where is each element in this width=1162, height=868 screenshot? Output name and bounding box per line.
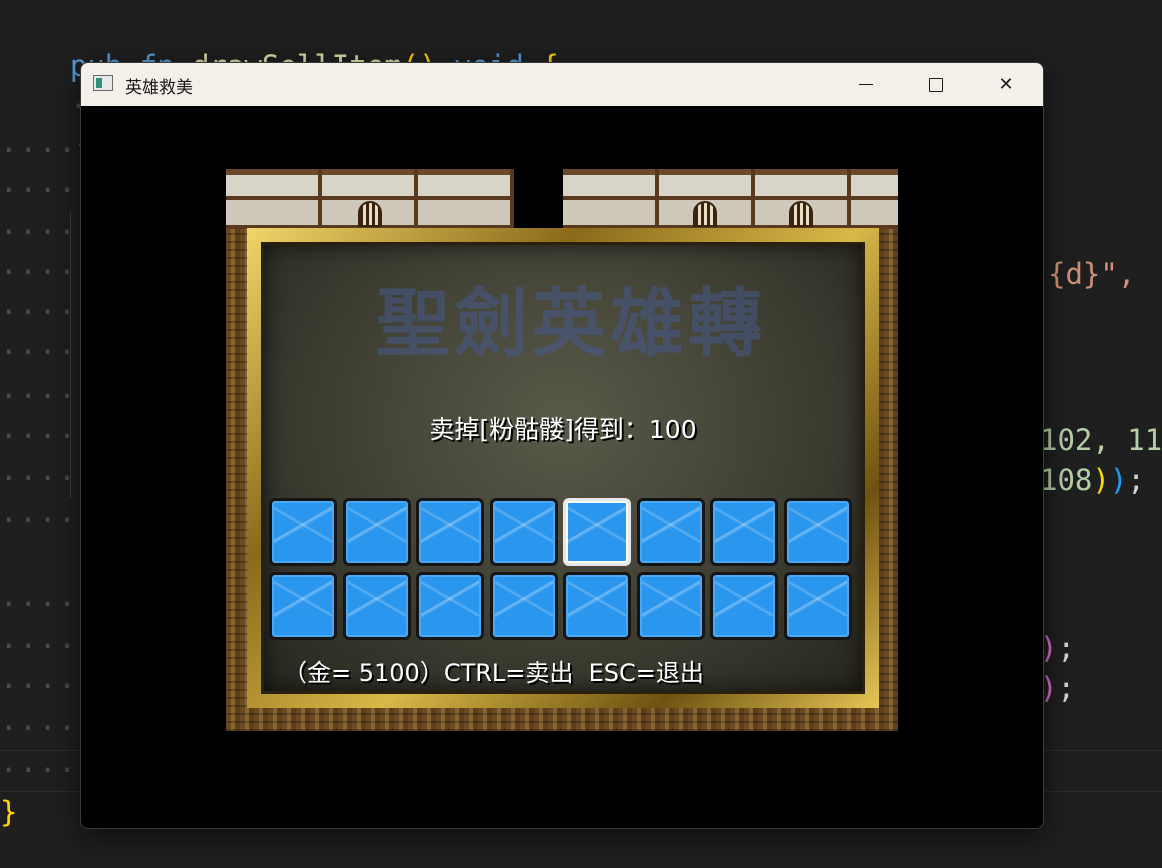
inventory-slot[interactable]: [563, 572, 631, 640]
indent-guide: [70, 212, 71, 498]
inventory-slot[interactable]: [636, 498, 705, 566]
inventory-slot[interactable]: [416, 572, 484, 640]
inventory-grid: [269, 498, 853, 640]
wall-left: [226, 169, 514, 229]
minimize-button[interactable]: [831, 63, 901, 106]
window-title: 英雄救美: [125, 78, 193, 98]
inventory-slot[interactable]: [563, 498, 631, 566]
title-bar[interactable]: 英雄救美 ✕: [81, 63, 1043, 106]
code-fragment-102: 102, 11: [1040, 423, 1162, 457]
sell-message: 卖掉[粉骷髅]得到：100: [429, 415, 697, 444]
code-fragment-format: {d}",: [1048, 257, 1136, 291]
code-line-close: }: [0, 792, 17, 832]
code-dots-6: ····: [0, 419, 78, 453]
code-dots-1: ····: [0, 215, 78, 249]
sell-dialog: 聖劍英雄轉 卖掉[粉骷髅]得到：100 （金= 5100）CTRL=卖出 ESC…: [247, 228, 879, 708]
inventory-slot[interactable]: [710, 498, 778, 566]
maximize-icon: [929, 77, 943, 92]
inventory-slot[interactable]: [636, 572, 705, 640]
wall-right: [563, 169, 898, 229]
maximize-button[interactable]: [901, 63, 971, 106]
inventory-slot[interactable]: [269, 572, 337, 640]
code-dots-2: ····: [0, 255, 78, 289]
arched-window: [789, 201, 813, 227]
code-dots-3: ····: [0, 295, 78, 329]
inventory-slot[interactable]: [489, 498, 558, 566]
close-button[interactable]: ✕: [971, 63, 1041, 106]
inventory-slot[interactable]: [269, 498, 337, 566]
code-fragment-paren-2: );: [1040, 671, 1075, 705]
game-viewport[interactable]: 聖劍英雄轉 卖掉[粉骷髅]得到：100 （金= 5100）CTRL=卖出 ESC…: [226, 169, 898, 731]
app-icon: [93, 75, 113, 91]
arched-window: [358, 201, 382, 227]
close-icon: ✕: [998, 74, 1014, 95]
inventory-slot[interactable]: [710, 572, 778, 640]
inventory-slot[interactable]: [783, 572, 852, 640]
game-window: 英雄救美 ✕ 聖劍英雄轉 卖掉[粉骷髅]得到：100 （金= 5100）CTRL…: [80, 62, 1044, 829]
inventory-slot[interactable]: [416, 498, 484, 566]
inventory-slot[interactable]: [342, 572, 411, 640]
code-dots-4: ····: [0, 335, 78, 369]
inventory-slot[interactable]: [342, 498, 411, 566]
inventory-slot[interactable]: [783, 498, 852, 566]
gold-and-controls: （金= 5100）CTRL=卖出 ESC=退出: [283, 659, 704, 687]
code-dots-7: ····: [0, 461, 78, 495]
code-dots-5: ····: [0, 379, 78, 413]
code-fragment-paren-1: );: [1040, 631, 1075, 665]
dialog-watermark-title: 聖劍英雄轉: [376, 281, 766, 367]
code-fragment-108: 108));: [1040, 463, 1145, 497]
arched-window: [693, 201, 717, 227]
minimize-icon: [859, 84, 873, 85]
code-brace-outer: }: [0, 795, 18, 829]
inventory-slot[interactable]: [489, 572, 558, 640]
code-line-1: pub fn drawSellItem() void {: [0, 6, 559, 83]
